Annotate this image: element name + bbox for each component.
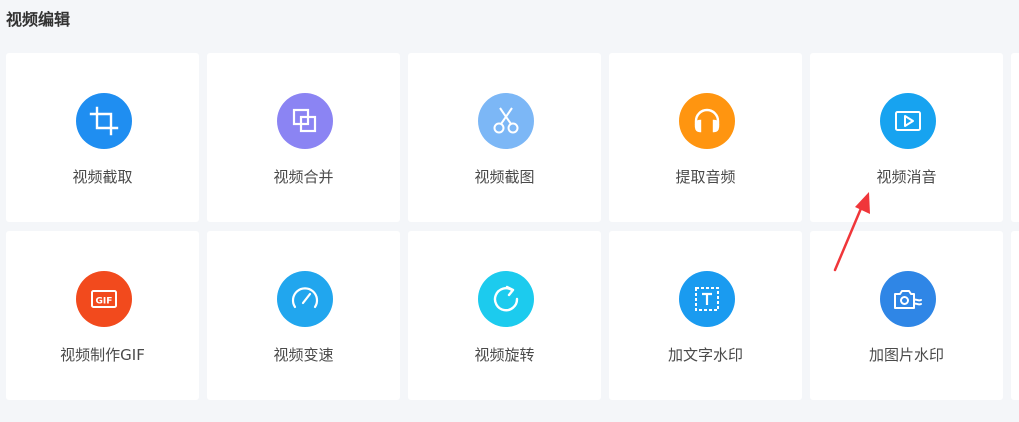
tool-video-merge[interactable]: 视频合并 [207, 53, 400, 222]
tile-edge-partial [1011, 231, 1019, 400]
tool-video-speed[interactable]: 视频变速 [207, 231, 400, 400]
tool-video-crop[interactable]: 视频截取 [6, 53, 199, 222]
tool-video-to-gif[interactable]: GIF 视频制作GIF [6, 231, 199, 400]
tool-text-watermark[interactable]: 加文字水印 [609, 231, 802, 400]
tool-label: 视频截图 [474, 168, 535, 186]
text-watermark-icon [679, 271, 735, 327]
speedometer-icon [277, 271, 333, 327]
tool-image-watermark[interactable]: 加图片水印 [810, 231, 1003, 400]
tool-video-rotate[interactable]: 视频旋转 [408, 231, 601, 400]
scissors-icon [478, 93, 534, 149]
tool-label: 加文字水印 [667, 346, 743, 364]
tool-label: 提取音频 [675, 168, 736, 186]
tool-label: 视频制作GIF [60, 346, 145, 364]
tool-label: 加图片水印 [868, 346, 944, 364]
section-title: 视频编辑 [6, 10, 71, 29]
tile-edge-partial [1011, 53, 1019, 222]
headphones-icon [679, 93, 735, 149]
image-watermark-icon [880, 271, 936, 327]
gif-icon: GIF [76, 271, 132, 327]
tool-video-screenshot[interactable]: 视频截图 [408, 53, 601, 222]
tool-label: 视频旋转 [474, 346, 535, 364]
tool-label: 视频合并 [273, 168, 334, 186]
tool-extract-audio[interactable]: 提取音频 [609, 53, 802, 222]
video-edit-panel: 视频编辑 视频截取 视频合并 视频截图 提取音频 视频消音 GIF 视频制作GI… [0, 0, 1019, 422]
tool-video-mute[interactable]: 视频消音 [810, 53, 1003, 222]
merge-icon [277, 93, 333, 149]
crop-icon [76, 93, 132, 149]
video-play-icon [880, 93, 936, 149]
tool-label: 视频变速 [273, 346, 334, 364]
tool-label: 视频截取 [72, 168, 133, 186]
tool-label: 视频消音 [876, 168, 937, 186]
rotate-icon [478, 271, 534, 327]
svg-text:GIF: GIF [96, 297, 113, 307]
